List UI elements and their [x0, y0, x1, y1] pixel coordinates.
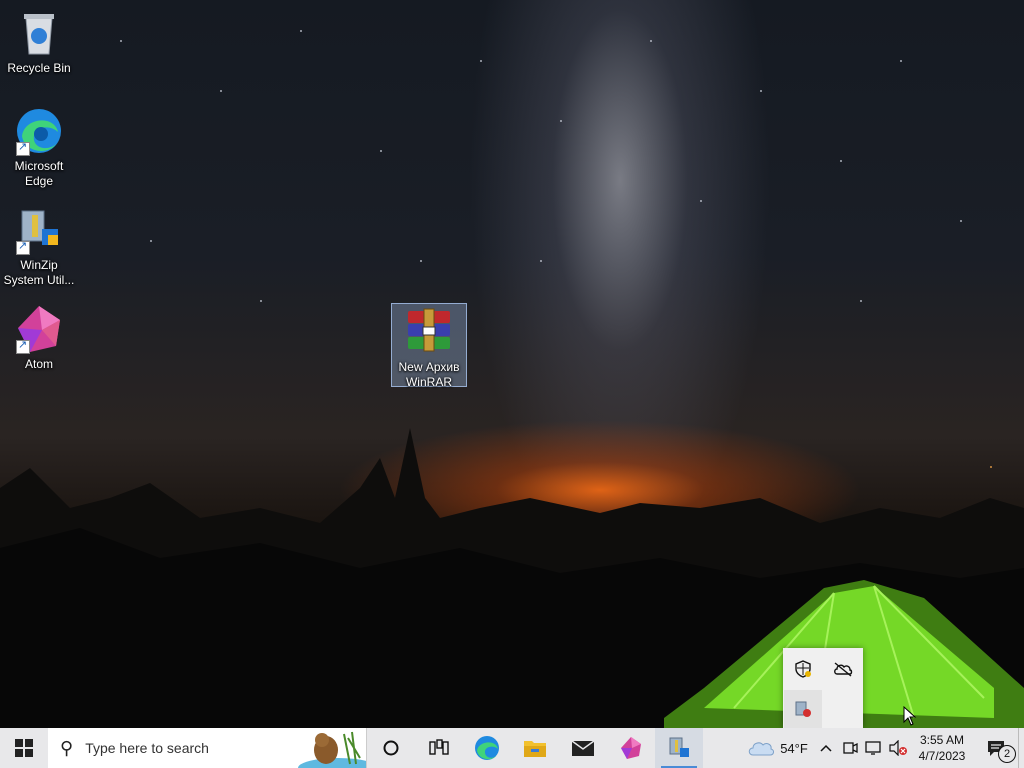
taskbar: ⚲ Type here to search 54°F 3:55 AM 4/7/2…	[0, 728, 1024, 768]
desktop-icon-label: Microsoft	[14, 159, 64, 173]
search-highlight-beaver-icon	[298, 731, 366, 768]
task-view-button[interactable]	[415, 728, 463, 768]
clock-date: 4/7/2023	[918, 749, 966, 763]
taskbar-atom-button[interactable]	[607, 728, 655, 768]
network-icon	[865, 741, 881, 755]
recycle-bin-icon	[14, 8, 64, 58]
edge-icon	[475, 736, 499, 760]
cortana-icon	[383, 740, 399, 756]
clock[interactable]: 3:55 AM 4/7/2023	[910, 728, 974, 768]
winzip-tray-icon[interactable]	[784, 690, 822, 728]
mail-icon	[571, 740, 595, 756]
desktop-icon-label: Edge	[24, 174, 54, 188]
shortcut-arrow-icon	[16, 140, 30, 156]
file-explorer-icon	[524, 741, 546, 757]
taskbar-edge-button[interactable]	[463, 728, 511, 768]
show-desktop-button[interactable]	[1018, 728, 1024, 768]
cortana-button[interactable]	[367, 728, 415, 768]
weather-temperature: 54°F	[780, 740, 808, 756]
search-icon: ⚲	[60, 737, 74, 758]
desktop-icon-microsoft-edge[interactable]: Microsoft Edge	[2, 106, 76, 189]
winrar-archive-icon	[404, 307, 454, 357]
notification-count-badge: 2	[998, 745, 1016, 763]
desktop-icon-label: Atom	[24, 357, 53, 371]
network-button[interactable]	[862, 728, 886, 768]
desktop-icon-label: System Util...	[3, 273, 75, 287]
search-placeholder: Type here to search	[85, 740, 209, 756]
weather-widget[interactable]: 54°F	[742, 728, 814, 768]
action-center-button[interactable]: 2	[974, 728, 1018, 768]
desktop-icon-label: WinZip	[20, 258, 58, 272]
edge-icon	[14, 106, 64, 156]
volume-button[interactable]	[886, 728, 910, 768]
atom-icon	[621, 737, 641, 759]
winzip-system-utilities-icon	[14, 205, 64, 255]
desktop-icon-winzip-system-util[interactable]: WinZip System Util...	[2, 205, 76, 288]
shortcut-arrow-icon	[16, 338, 30, 354]
mouse-cursor-icon	[903, 706, 917, 726]
system-tray: 54°F 3:55 AM 4/7/2023 2	[742, 728, 1024, 768]
taskbar-mail-button[interactable]	[559, 728, 607, 768]
desktop-icon-label: Recycle Bin	[7, 61, 71, 75]
clock-time: 3:55 AM	[919, 733, 965, 747]
winzip-icon	[669, 737, 689, 757]
show-hidden-icons-button[interactable]	[814, 728, 838, 768]
start-button[interactable]	[0, 728, 48, 768]
chevron-up-icon	[820, 744, 832, 752]
desktop-icon-label: New Архив	[398, 360, 460, 374]
desktop-icon-new-winrar-archive[interactable]: New Архив WinRAR	[391, 303, 467, 389]
hidden-icons-flyout	[783, 648, 863, 728]
meet-now-button[interactable]	[838, 728, 862, 768]
onedrive-offline-icon[interactable]	[824, 650, 862, 688]
taskbar-winzip-button[interactable]	[655, 728, 703, 768]
search-box[interactable]: ⚲ Type here to search	[48, 728, 367, 768]
desktop-icon-recycle-bin[interactable]: Recycle Bin	[2, 8, 76, 76]
cloud-icon	[748, 742, 775, 756]
desktop-icon-atom[interactable]: Atom	[2, 304, 76, 372]
shortcut-arrow-icon	[16, 239, 30, 255]
windows-security-icon[interactable]	[784, 650, 822, 688]
meet-now-icon	[843, 742, 858, 754]
task-view-icon	[429, 739, 449, 755]
taskbar-file-explorer-button[interactable]	[511, 728, 559, 768]
atom-icon	[14, 304, 64, 354]
volume-muted-icon	[889, 740, 907, 756]
windows-logo-icon	[15, 739, 33, 757]
desktop-wallpaper	[0, 0, 1024, 728]
desktop-icon-label: WinRAR	[405, 375, 452, 389]
